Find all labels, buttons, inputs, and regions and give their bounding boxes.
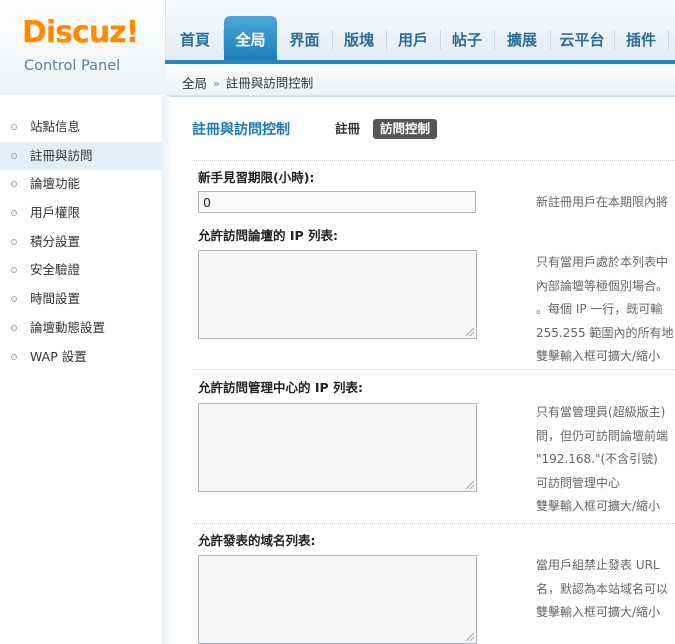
help-line: 當用戶組禁止發表 URL	[536, 558, 660, 572]
sidebar-item-wap[interactable]: WAP 設置	[0, 343, 162, 372]
sidebar-item-label: 註冊與訪問	[30, 147, 93, 163]
breadcrumb-separator: »	[213, 76, 220, 90]
sidebar-item-label: 論壇動態設置	[30, 319, 106, 335]
bullet-icon	[11, 353, 17, 360]
field-label-forum-ip-list: 允許訪問論壇的 IP 列表:	[198, 228, 339, 243]
help-line: 內部論壇等極個別場合。	[536, 278, 669, 293]
main-content: 註冊與訪問控制 註冊 訪問控制 新手見習期限(小時): 新註冊用戶在本期限內將 …	[170, 97, 675, 644]
nav-item-style[interactable]: 界面	[278, 16, 331, 60]
help-line: 雙擊輸入框可擴大/縮小	[536, 499, 661, 513]
divider	[192, 369, 675, 370]
help-text-forum-ip-list: 只有當用戶處於本列表中 內部論壇等極個別場合。 。每個 IP 一行，既可輸 25…	[536, 251, 675, 369]
page-title: 註冊與訪問控制	[192, 122, 290, 138]
tab-access-control[interactable]: 訪問控制	[373, 119, 438, 139]
bullet-icon	[11, 296, 17, 303]
sidebar-item-security[interactable]: 安全驗證	[0, 256, 162, 285]
breadcrumb-current: 註冊與訪問控制	[225, 75, 314, 91]
help-line: 255.255 範圍內的所有地	[536, 325, 674, 340]
resize-grip-icon[interactable]	[466, 481, 474, 489]
resize-grip-icon[interactable]	[466, 328, 474, 336]
nav-item-plugin[interactable]: 插件	[615, 16, 667, 60]
field-label-newbie-period: 新手見習期限(小時):	[198, 170, 315, 185]
breadcrumb: 全局 » 註冊與訪問控制	[166, 64, 675, 96]
nav-item-topic[interactable]: 帖子	[441, 16, 493, 60]
field-label-domain-list: 允許發表的域名列表:	[198, 533, 316, 548]
newbie-period-input[interactable]	[198, 191, 476, 213]
help-line: 。每個 IP 一行，既可輸	[536, 302, 663, 316]
divider	[192, 160, 675, 161]
header: Discuz! Control Panel 首頁 全局 界面 版塊 用戶 帖子 …	[0, 0, 675, 96]
nav-item-forum[interactable]: 版塊	[333, 16, 385, 60]
breadcrumb-root[interactable]: 全局	[182, 76, 207, 91]
bullet-icon	[11, 238, 17, 245]
nav-item-global[interactable]: 全局	[224, 16, 277, 60]
bullet-icon	[11, 152, 17, 159]
help-line: 名，默認為本站域名可以	[536, 581, 669, 596]
forum-ip-list-textarea[interactable]	[198, 250, 477, 339]
bullet-icon	[11, 124, 17, 130]
sidebar-item-site-info[interactable]: 站點信息	[0, 113, 162, 142]
nav-item-home[interactable]: 首頁	[168, 16, 222, 60]
nav-item-cloud[interactable]: 云平台	[551, 16, 613, 60]
sidebar-item-label: 時間設置	[30, 291, 81, 307]
bullet-icon	[11, 210, 17, 217]
page: Discuz! Control Panel 首頁 全局 界面 版塊 用戶 帖子 …	[0, 0, 675, 644]
logo[interactable]: Discuz! Control Panel	[0, 0, 165, 95]
tab-register[interactable]: 註冊	[328, 119, 367, 139]
help-line: 問，但仍可訪問論壇前端	[536, 428, 669, 443]
sidebar-item-label: 用戶權限	[30, 205, 81, 221]
sidebar-menu: 站點信息 註冊與訪問 論壇功能 用戶權限 積分設置 安全驗證 時間設置 論壇動態…	[0, 113, 162, 371]
top-nav: 首頁 全局 界面 版塊 用戶 帖子 擴展 云平台 插件	[165, 0, 675, 60]
admin-ip-list-textarea[interactable]	[198, 403, 477, 492]
nav-item-extended[interactable]: 擴展	[495, 16, 549, 60]
domain-list-textarea[interactable]	[198, 555, 477, 644]
sidebar-item-label: 積分設置	[30, 233, 81, 249]
help-line: 新註冊用戶在本期限內將	[536, 195, 669, 209]
sidebar-item-time[interactable]: 時間設置	[0, 285, 162, 314]
resize-grip-icon[interactable]	[466, 633, 474, 641]
help-text-domain-list: 當用戶組禁止發表 URL 名，默認為本站域名可以 雙擊輸入框可擴大/縮小	[536, 554, 675, 625]
nav-item-user[interactable]: 用戶	[387, 16, 439, 60]
help-line: 只有當管理員(超級版主)	[536, 405, 666, 419]
sidebar-item-label: 站點信息	[30, 119, 81, 134]
sidebar-item-credits[interactable]: 積分設置	[0, 228, 162, 257]
help-line: 雙擊輸入框可擴大/縮小	[536, 349, 661, 363]
divider	[192, 523, 675, 524]
help-line: 雙擊輸入框可擴大/縮小	[536, 605, 661, 619]
sidebar-item-feed[interactable]: 論壇動態設置	[0, 314, 162, 343]
help-line: 只有當用戶處於本列表中	[536, 255, 669, 269]
help-line: "192.168."(不含引號)	[536, 452, 658, 466]
bullet-icon	[11, 267, 17, 274]
help-text-newbie-period: 新註冊用戶在本期限內將	[536, 191, 675, 215]
sidebar-item-user-permissions[interactable]: 用戶權限	[0, 199, 162, 228]
sidebar-item-register-access[interactable]: 註冊與訪問	[0, 141, 162, 171]
help-line: 可訪問管理中心	[536, 475, 621, 490]
sidebar-item-label: 論壇功能	[30, 176, 81, 192]
sidebar: 站點信息 註冊與訪問 論壇功能 用戶權限 積分設置 安全驗證 時間設置 論壇動態…	[0, 96, 163, 644]
sidebar-item-label: 安全驗證	[30, 262, 81, 278]
sidebar-item-label: WAP 設置	[30, 348, 87, 364]
bullet-icon	[11, 181, 17, 188]
field-label-admin-ip-list: 允許訪問管理中心的 IP 列表:	[198, 380, 364, 395]
sidebar-shadow	[162, 96, 170, 644]
bullet-icon	[11, 324, 17, 331]
help-text-admin-ip-list: 只有當管理員(超級版主) 問，但仍可訪問論壇前端 "192.168."(不含引號…	[536, 401, 675, 519]
logo-subtitle: Control Panel	[24, 58, 121, 74]
sidebar-item-forum-features[interactable]: 論壇功能	[0, 170, 162, 199]
nav-separator	[668, 30, 669, 50]
logo-text: Discuz!	[22, 15, 139, 50]
